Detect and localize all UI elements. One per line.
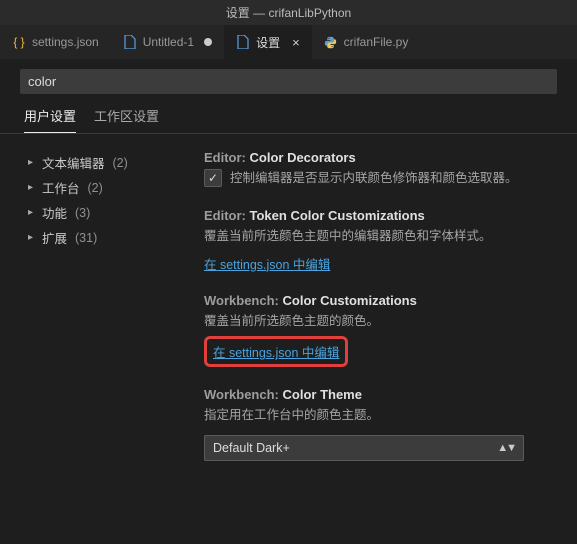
tab-label: 设置 [256,34,280,51]
setting-name: Color Customizations [283,293,417,308]
edit-in-settings-json-link[interactable]: 在 settings.json 中编辑 [213,342,339,361]
dirty-indicator-icon [204,38,212,46]
scope-tab-user[interactable]: 用户设置 [24,106,76,133]
toc-label: 工作台 [42,178,80,197]
tab-settings-json[interactable]: { } settings.json [0,25,111,59]
toc-label: 文本编辑器 [42,153,105,172]
setting-title: Editor: Color Decorators [204,150,565,165]
setting-title: Editor: Token Color Customizations [204,208,565,223]
setting-title: Workbench: Color Customizations [204,293,565,308]
python-icon [324,35,338,49]
file-icon [236,35,250,49]
settings-pane: Editor: Color Decorators ✓ 控制编辑器是否显示内联颜色… [200,140,577,544]
select-caret-icon: ▲▼ [497,442,515,454]
tab-label: settings.json [32,35,99,49]
tab-crifanfile[interactable]: crifanFile.py [312,25,421,59]
color-theme-select[interactable]: Default Dark+ ▲▼ [204,435,524,461]
close-icon[interactable]: × [292,35,300,50]
setting-description: 覆盖当前所选颜色主题中的编辑器颜色和字体样式。 [204,227,565,246]
toc-item-text-editor[interactable]: ▸ 文本编辑器 (2) [28,150,192,175]
settings-search-row [0,59,577,100]
toc-label: 功能 [42,203,67,222]
setting-title: Workbench: Color Theme [204,387,565,402]
setting-token-color-customizations: Editor: Token Color Customizations 覆盖当前所… [200,208,565,273]
setting-name: Color Theme [283,387,362,402]
setting-category: Workbench: [204,387,279,402]
toc-item-features[interactable]: ▸ 功能 (3) [28,200,192,225]
settings-toc: ▸ 文本编辑器 (2) ▸ 工作台 (2) ▸ 功能 (3) ▸ 扩展 (31) [0,140,200,544]
edit-in-settings-json-link[interactable]: 在 settings.json 中编辑 [204,254,330,273]
checkbox[interactable]: ✓ [204,169,222,187]
setting-workbench-color-customizations: Workbench: Color Customizations 覆盖当前所选颜色… [200,293,565,368]
toc-label: 扩展 [42,228,67,247]
tab-label: crifanFile.py [344,35,409,49]
setting-workbench-color-theme: Workbench: Color Theme 指定用在工作台中的颜色主题。 De… [200,387,565,461]
chevron-right-icon: ▸ [28,207,36,218]
window-title: 设置 — crifanLibPython [0,0,577,25]
chevron-right-icon: ▸ [28,157,36,168]
tab-settings[interactable]: 设置 × [224,25,312,59]
setting-color-decorators: Editor: Color Decorators ✓ 控制编辑器是否显示内联颜色… [200,150,565,188]
file-icon [123,35,137,49]
chevron-right-icon: ▸ [28,232,36,243]
setting-category: Editor: [204,208,246,223]
setting-category: Workbench: [204,293,279,308]
tab-label: Untitled-1 [143,35,194,49]
toc-count: (31) [75,231,97,245]
settings-content: ▸ 文本编辑器 (2) ▸ 工作台 (2) ▸ 功能 (3) ▸ 扩展 (31)… [0,140,577,544]
setting-description: 覆盖当前所选颜色主题的颜色。 [204,312,565,331]
editor-tabs: { } settings.json Untitled-1 设置 × crifan… [0,25,577,59]
scope-tab-workspace[interactable]: 工作区设置 [94,106,159,133]
toc-count: (2) [88,181,103,195]
setting-checkbox-row: ✓ 控制编辑器是否显示内联颜色修饰器和颜色选取器。 [204,169,565,188]
setting-name: Token Color Customizations [250,208,425,223]
tab-untitled[interactable]: Untitled-1 [111,25,224,59]
toc-count: (3) [75,206,90,220]
setting-description: 指定用在工作台中的颜色主题。 [204,406,565,425]
toc-item-workbench[interactable]: ▸ 工作台 (2) [28,175,192,200]
select-value: Default Dark+ [213,441,290,455]
toc-count: (2) [113,156,128,170]
chevron-right-icon: ▸ [28,182,36,193]
setting-category: Editor: [204,150,246,165]
setting-name: Color Decorators [250,150,356,165]
toc-item-extensions[interactable]: ▸ 扩展 (31) [28,225,192,250]
settings-scope-tabs: 用户设置 工作区设置 [0,100,577,133]
divider [0,133,577,134]
settings-search-input[interactable] [20,69,557,94]
setting-description: 控制编辑器是否显示内联颜色修饰器和颜色选取器。 [230,169,518,188]
highlight-annotation: 在 settings.json 中编辑 [204,336,348,367]
json-icon: { } [12,35,26,49]
